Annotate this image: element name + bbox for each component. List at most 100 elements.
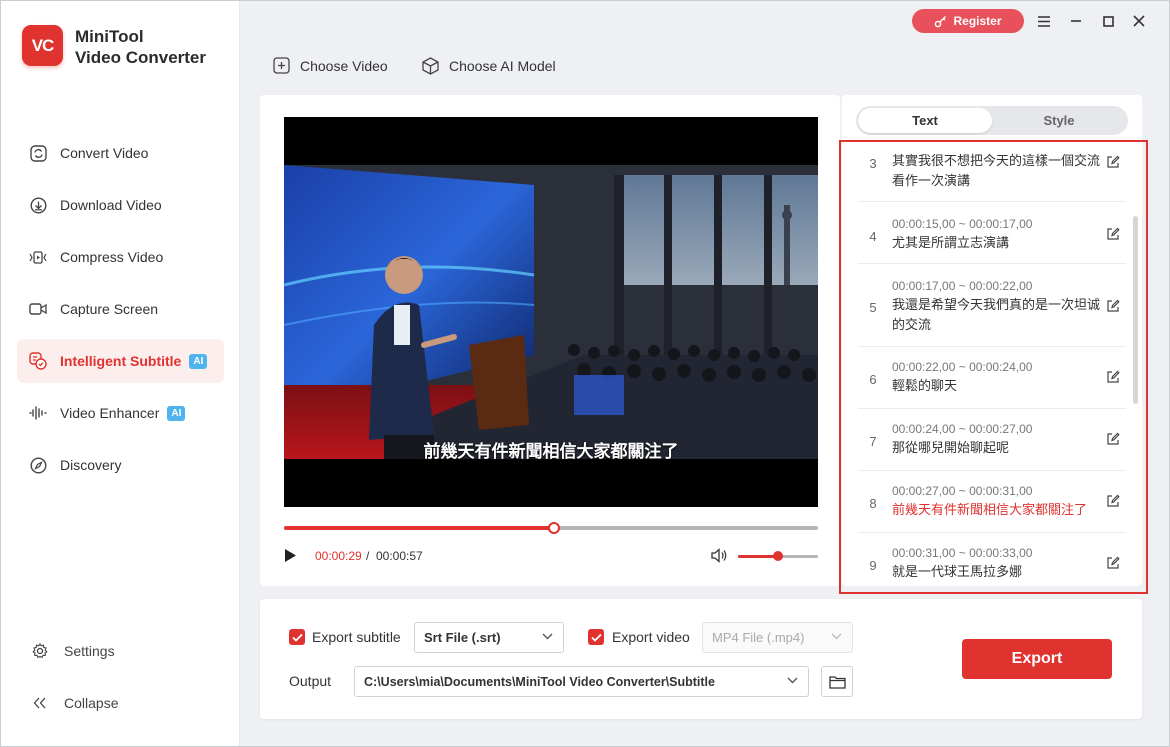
sidebar-item-label: Capture Screen — [60, 301, 159, 317]
camera-icon — [29, 300, 47, 318]
subtitle-text[interactable]: 輕鬆的聊天 — [892, 376, 1102, 396]
current-time: 00:00:29 — [315, 549, 362, 563]
tab-style[interactable]: Style — [992, 108, 1126, 133]
register-button[interactable]: Register — [912, 9, 1024, 33]
subtitle-number: 5 — [869, 300, 877, 315]
subtitle-item[interactable]: 5 00:00:17,00 ~ 00:00:22,00 我還是希望今天我們真的是… — [858, 265, 1126, 347]
export-subtitle-checkbox[interactable] — [289, 629, 305, 645]
total-time: 00:00:57 — [376, 549, 423, 563]
download-icon — [29, 196, 47, 214]
subtitle-text[interactable]: 前幾天有件新聞相信大家都關注了 — [892, 500, 1102, 520]
sidebar-item-convert-video[interactable]: Convert Video — [17, 131, 224, 175]
settings-label: Settings — [64, 643, 115, 659]
subtitle-item[interactable]: 9 00:00:31,00 ~ 00:00:33,00 就是一代球王馬拉多娜 — [858, 534, 1126, 592]
close-icon[interactable] — [1129, 11, 1149, 31]
tab-text[interactable]: Text — [858, 108, 992, 133]
export-subtitle-label: Export subtitle — [312, 629, 401, 645]
sidebar-item-intelligent-subtitle[interactable]: Intelligent Subtitle AI — [17, 339, 224, 383]
export-button[interactable]: Export — [962, 639, 1112, 679]
subtitle-text[interactable]: 尤其是所謂立志演講 — [892, 233, 1102, 253]
choose-ai-model-button[interactable]: Choose AI Model — [422, 57, 556, 75]
subtitle-number: 8 — [869, 496, 877, 511]
sidebar-item-compress-video[interactable]: Compress Video — [17, 235, 224, 279]
sidebar-item-label: Convert Video — [60, 145, 149, 161]
progress-bar[interactable] — [284, 522, 818, 534]
chevron-down-icon — [542, 633, 553, 640]
subtitle-timecode: 00:00:27,00 ~ 00:00:31,00 — [892, 484, 1033, 498]
app-title-line1: MiniTool — [75, 27, 144, 46]
subtitle-item-active[interactable]: 8 00:00:27,00 ~ 00:00:31,00 前幾天有件新聞相信大家都… — [858, 472, 1126, 533]
subtitle-number: 7 — [869, 434, 877, 449]
export-video-label: Export video — [612, 629, 690, 645]
panel-tabs: Text Style — [856, 106, 1128, 135]
choose-video-button[interactable]: Choose Video — [273, 57, 388, 74]
video-preview[interactable]: 前幾天有件新聞相信大家都關注了 — [284, 117, 818, 507]
volume-slider[interactable] — [738, 551, 818, 561]
subtitle-list-scrollbar[interactable] — [1133, 216, 1138, 404]
subtitle-item[interactable]: 3 其實我很不想把今天的這樣一個交流看作一次演講 — [858, 142, 1126, 202]
cube-icon — [422, 57, 439, 75]
checkmark-icon — [291, 633, 303, 642]
browse-folder-button[interactable] — [821, 666, 853, 697]
edit-icon[interactable] — [1106, 227, 1120, 241]
export-video-checkbox[interactable] — [588, 629, 604, 645]
output-path-select[interactable]: C:\Users\mia\Documents\MiniTool Video Co… — [354, 666, 809, 697]
subtitle-text[interactable]: 我還是希望今天我們真的是一次坦诚的交流 — [892, 295, 1102, 335]
video-subtitle-overlay: 前幾天有件新聞相信大家都關注了 — [423, 442, 679, 461]
subtitle-item[interactable]: 6 00:00:22,00 ~ 00:00:24,00 輕鬆的聊天 — [858, 348, 1126, 409]
minimize-icon[interactable] — [1066, 11, 1086, 31]
subtitle-format-select[interactable]: Srt File (.srt) — [414, 622, 564, 653]
video-format-value: MP4 File (.mp4) — [712, 630, 805, 645]
add-file-icon — [273, 57, 290, 74]
progress-handle[interactable] — [547, 522, 560, 534]
checkmark-icon — [590, 633, 602, 642]
sidebar-item-label: Download Video — [60, 197, 162, 213]
subtitle-text[interactable]: 其實我很不想把今天的這樣一個交流看作一次演講 — [892, 151, 1102, 191]
subtitle-timecode: 00:00:17,00 ~ 00:00:22,00 — [892, 279, 1033, 293]
volume-handle[interactable] — [773, 551, 783, 561]
subtitle-timecode: 00:00:24,00 ~ 00:00:27,00 — [892, 422, 1033, 436]
double-chevron-left-icon — [31, 697, 49, 709]
sidebar-item-download-video[interactable]: Download Video — [17, 183, 224, 227]
subtitle-text[interactable]: 就是一代球王馬拉多娜 — [892, 562, 1102, 582]
edit-icon[interactable] — [1106, 556, 1120, 570]
app-window: VC MiniTool Video Converter Convert Vide… — [0, 0, 1170, 747]
subtitle-number: 3 — [869, 156, 877, 171]
edit-icon[interactable] — [1106, 155, 1120, 169]
sidebar-item-capture-screen[interactable]: Capture Screen — [17, 287, 224, 331]
app-logo: VC — [22, 25, 63, 66]
video-format-select[interactable]: MP4 File (.mp4) — [702, 622, 853, 653]
compass-icon — [29, 456, 47, 474]
output-label: Output — [289, 673, 332, 689]
sidebar: VC MiniTool Video Converter Convert Vide… — [1, 1, 240, 746]
edit-icon[interactable] — [1106, 432, 1120, 446]
maximize-icon[interactable] — [1098, 11, 1118, 31]
video-scene-image — [284, 165, 818, 459]
subtitle-item[interactable]: 7 00:00:24,00 ~ 00:00:27,00 那從哪兒開始聊起呢 — [858, 410, 1126, 471]
settings-button[interactable]: Settings — [31, 643, 211, 659]
edit-icon[interactable] — [1106, 370, 1120, 384]
chevron-down-icon — [787, 677, 798, 684]
sidebar-item-discovery[interactable]: Discovery — [17, 443, 224, 487]
subtitle-number: 6 — [869, 372, 877, 387]
waveform-icon — [29, 404, 47, 422]
subtitle-timecode: 00:00:15,00 ~ 00:00:17,00 — [892, 217, 1033, 231]
sidebar-nav: Convert Video Download Video Compress Vi… — [17, 131, 224, 495]
volume-icon[interactable] — [711, 548, 728, 568]
collapse-button[interactable]: Collapse — [31, 695, 211, 711]
choose-video-label: Choose Video — [300, 57, 388, 74]
sidebar-item-label: Discovery — [60, 457, 122, 473]
sidebar-item-label: Video Enhancer — [60, 405, 160, 421]
menu-icon[interactable] — [1034, 11, 1054, 31]
edit-icon[interactable] — [1106, 299, 1120, 313]
chevron-down-icon — [831, 633, 842, 640]
logo-text: VC — [31, 35, 55, 55]
convert-icon — [29, 144, 47, 162]
subtitle-text[interactable]: 那從哪兒開始聊起呢 — [892, 438, 1102, 458]
sidebar-item-label: Intelligent Subtitle — [60, 353, 182, 369]
sidebar-item-video-enhancer[interactable]: Video Enhancer AI — [17, 391, 224, 435]
edit-icon[interactable] — [1106, 494, 1120, 508]
play-button[interactable] — [284, 548, 298, 564]
subtitle-number: 4 — [869, 229, 877, 244]
subtitle-item[interactable]: 4 00:00:15,00 ~ 00:00:17,00 尤其是所謂立志演講 — [858, 203, 1126, 264]
